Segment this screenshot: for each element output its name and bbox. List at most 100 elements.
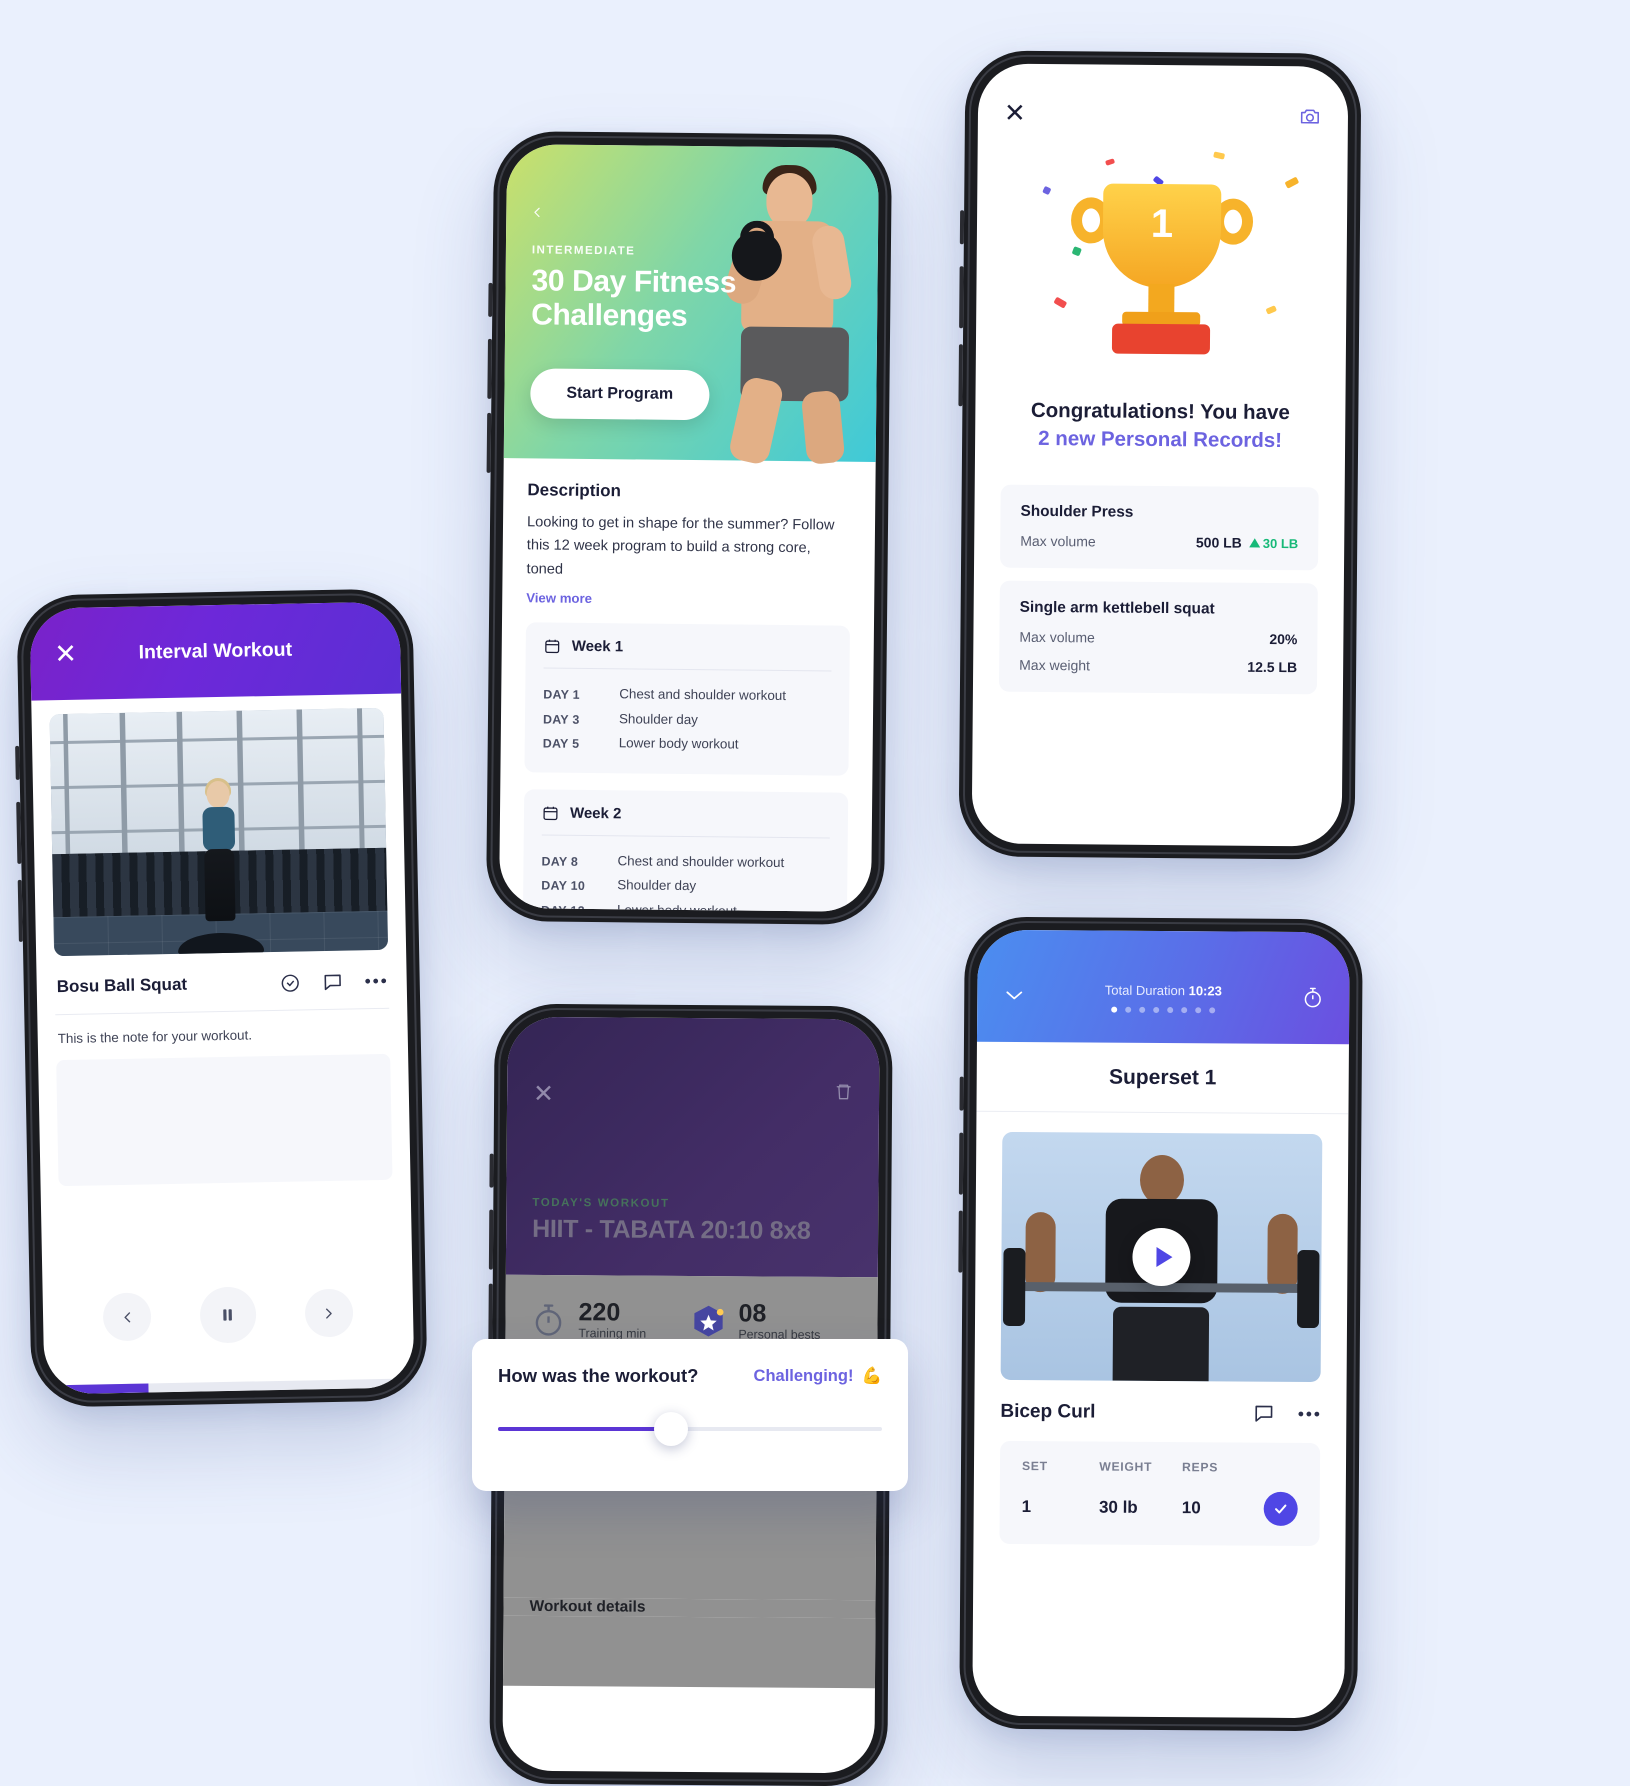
playback-controls (43, 1283, 414, 1346)
day-workout-name: Chest and shoulder workout (619, 682, 786, 708)
calendar-icon (544, 638, 561, 655)
day-label: DAY 1 (543, 682, 605, 707)
pause-icon[interactable] (200, 1286, 257, 1343)
phone-button-mute (489, 1154, 493, 1188)
hiit-kicker: TODAY'S WORKOUT (532, 1197, 669, 1210)
more-options-icon[interactable] (365, 977, 387, 985)
superset-header: Total Duration 10:23 (977, 930, 1350, 1045)
week-card[interactable]: Week 1 DAY 1 Chest and shoulder workout … (524, 622, 850, 775)
column-header-reps: REPS (1182, 1460, 1248, 1474)
workout-progress-bar[interactable] (44, 1378, 414, 1394)
week-label: Week 2 (570, 805, 622, 823)
set-table: SET WEIGHT REPS 1 30 lb 10 (999, 1441, 1320, 1546)
close-icon[interactable]: ✕ (1004, 98, 1026, 129)
feedback-slider[interactable] (498, 1427, 882, 1431)
screen-personal-records: ✕ 1 Congratulations! You (972, 63, 1349, 846)
record-metric-label: Max weight (1019, 657, 1090, 674)
challenge-title: 30 Day Fitness Challenges (531, 264, 762, 335)
hiit-hero: ✕ TODAY'S WORKOUT HIIT - TABATA 20:10 8x… (506, 1017, 880, 1278)
record-metric-label: Max volume (1019, 629, 1095, 646)
record-card[interactable]: Single arm kettlebell squat Max volume 2… (999, 581, 1318, 695)
stopwatch-icon (531, 1302, 565, 1338)
note-input-box[interactable] (56, 1054, 392, 1186)
week-card[interactable]: Week 2 DAY 8 Chest and shoulder workout … (523, 789, 849, 912)
table-row[interactable]: 1 30 lb 10 (1022, 1490, 1298, 1526)
close-icon[interactable]: ✕ (533, 1079, 554, 1109)
chevron-left-icon[interactable] (530, 200, 544, 224)
check-icon[interactable] (1264, 1492, 1298, 1526)
week-day-row[interactable]: DAY 5 Lower body workout (543, 731, 831, 759)
slider-handle[interactable] (654, 1412, 688, 1446)
day-label: DAY 10 (541, 873, 603, 898)
table-header-row: SET WEIGHT REPS (1022, 1459, 1298, 1475)
record-metric-value: 20% (1269, 631, 1297, 647)
duration-label: Total Duration (1105, 983, 1185, 999)
comment-icon[interactable] (1252, 1402, 1275, 1425)
camera-icon[interactable] (1298, 105, 1322, 127)
trash-icon[interactable] (834, 1081, 853, 1102)
exercise-video[interactable] (1001, 1132, 1323, 1382)
cell-reps[interactable]: 10 (1182, 1498, 1248, 1518)
next-icon[interactable] (304, 1289, 353, 1338)
record-metric-label: Max volume (1020, 533, 1096, 550)
record-delta-value: 30 LB (1263, 535, 1299, 550)
phone-button-volume-down (18, 880, 23, 942)
timer-icon[interactable] (1302, 986, 1323, 1009)
exercise-name: Bicep Curl (1000, 1400, 1095, 1423)
record-card[interactable]: Shoulder Press Max volume 500 LB 30 LB (1000, 485, 1319, 571)
cell-set: 1 (1022, 1497, 1099, 1518)
close-icon[interactable]: ✕ (54, 640, 77, 667)
start-program-button[interactable]: Start Program (530, 368, 709, 420)
phone-button-volume-down (958, 344, 963, 406)
description-heading: Description (527, 480, 851, 503)
screen-challenge-detail: INTERMEDIATE 30 Day Fitness Challenges S… (499, 144, 879, 912)
column-header-weight: WEIGHT (1099, 1460, 1182, 1475)
week-day-row[interactable]: DAY 10 Shoulder day (541, 873, 829, 901)
record-delta: 30 LB (1249, 535, 1299, 550)
week-label: Week 1 (572, 638, 624, 656)
trophy-illustration: 1 (976, 128, 1348, 399)
workout-note-text: This is the note for your workout. (55, 1009, 390, 1060)
cell-weight[interactable]: 30 lb (1099, 1498, 1182, 1519)
phone-superset: Total Duration 10:23 Superset 1 (959, 917, 1363, 1732)
phone-button-mute (960, 210, 964, 244)
view-more-link[interactable]: View more (526, 590, 850, 608)
week-day-row[interactable]: DAY 12 Lower body workout (541, 897, 829, 912)
phone-button-volume-up (487, 339, 492, 399)
record-exercise-name: Shoulder Press (1020, 503, 1298, 523)
play-icon[interactable] (1132, 1228, 1190, 1286)
comment-icon[interactable] (322, 971, 344, 993)
exercise-title-row: Bosu Ball Squat (54, 950, 389, 1014)
records-topbar: ✕ (978, 63, 1349, 131)
athlete-figure (188, 781, 251, 932)
phone-button-volume-down (487, 413, 492, 473)
more-options-icon[interactable] (1297, 1409, 1320, 1417)
pagination-dots[interactable] (977, 1006, 1349, 1015)
week-day-row[interactable]: DAY 3 Shoulder day (543, 706, 831, 734)
superset-title: Superset 1 (976, 1042, 1348, 1114)
day-label: DAY 12 (541, 897, 603, 912)
records-list: Shoulder Press Max volume 500 LB 30 LB S… (973, 450, 1345, 694)
week-day-row[interactable]: DAY 8 Chest and shoulder workout (541, 848, 829, 876)
feedback-answer[interactable]: Challenging! 💪 (754, 1367, 882, 1386)
phone-personal-records: ✕ 1 Congratulations! You (958, 50, 1361, 859)
exercise-name: Bosu Ball Squat (57, 975, 188, 997)
total-duration: Total Duration 10:23 (977, 982, 1349, 1000)
hiit-title: HIIT - TABATA 20:10 8x8 (532, 1215, 811, 1246)
calendar-icon (542, 804, 559, 821)
day-workout-name: Shoulder day (619, 707, 698, 732)
phone-button-volume-up (959, 1133, 963, 1195)
day-label: DAY 5 (543, 731, 605, 756)
interval-workout-body: Bosu Ball Squat (31, 694, 410, 1187)
phone-button-mute (959, 1077, 963, 1111)
day-workout-name: Lower body workout (617, 898, 737, 912)
history-clock-icon[interactable] (280, 972, 301, 993)
column-header-set: SET (1022, 1459, 1099, 1474)
day-workout-name: Lower body workout (619, 731, 739, 757)
interval-workout-header: ✕ Interval Workout (29, 602, 401, 701)
phone-button-volume-up (489, 1210, 493, 1270)
flexed-biceps-emoji: 💪 (861, 1367, 882, 1386)
week-day-row[interactable]: DAY 1 Chest and shoulder workout (543, 682, 831, 710)
previous-icon[interactable] (103, 1292, 152, 1341)
phone-button-volume-down (958, 1211, 962, 1273)
